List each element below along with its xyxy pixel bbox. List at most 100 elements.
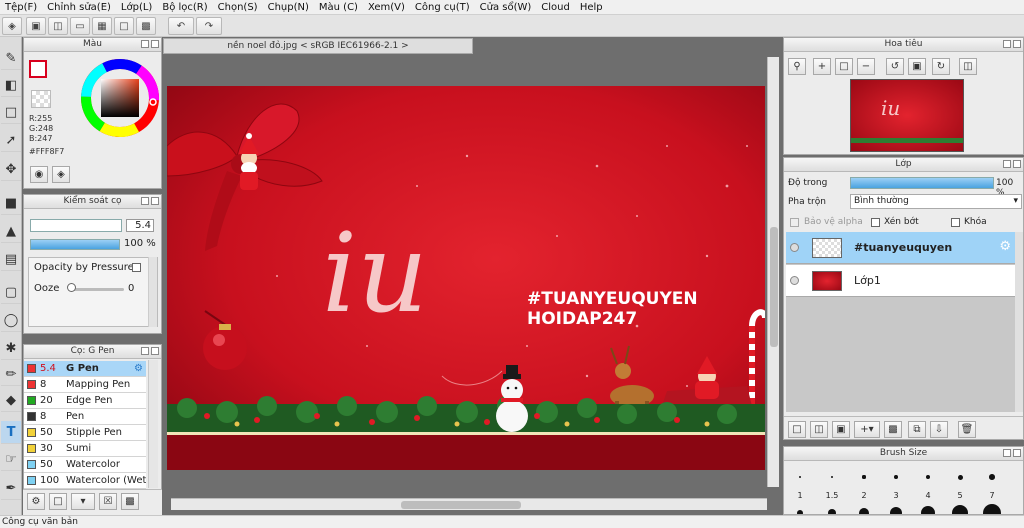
menu-item[interactable]: Công cụ(T) (410, 0, 475, 15)
speech-bubble-icon[interactable]: ◫ (48, 17, 68, 35)
bucket-tool-icon[interactable]: ▲ (1, 220, 21, 243)
brush-settings-icon[interactable]: ⚙ (27, 493, 45, 510)
menu-item[interactable]: Cloud (536, 0, 575, 15)
film-icon[interactable]: ▦ (92, 17, 112, 35)
vertical-scrollbar[interactable] (767, 57, 779, 487)
new-brush-icon[interactable]: □ (49, 493, 67, 510)
brush-size-dot[interactable] (957, 474, 963, 480)
brush-size-dot[interactable] (952, 505, 968, 514)
brush-size-dot[interactable] (983, 504, 1001, 514)
layer-row[interactable]: #tuanyeuquyen ⚙ (786, 232, 1015, 264)
layer-folder-icon[interactable]: ▩ (884, 421, 902, 438)
blend-mode-select[interactable]: Bình thường ▾ (850, 194, 1022, 209)
visibility-icon[interactable] (790, 276, 799, 285)
layer-row[interactable]: Lớp1 (786, 265, 1015, 297)
brush-opacity-slider[interactable] (30, 239, 120, 250)
brush-item[interactable]: 50 Watercolor (24, 457, 146, 473)
select-eraser-tool-icon[interactable]: ◆ (1, 389, 21, 412)
menu-item[interactable]: Chụp(N) (263, 0, 314, 15)
ooze-slider[interactable] (68, 288, 124, 291)
brush-size-dot[interactable] (799, 476, 801, 478)
canvas-tool-icon[interactable]: ◈ (2, 17, 22, 35)
brush-item[interactable]: 20 Edge Pen (24, 393, 146, 409)
foreground-color-swatch[interactable] (29, 60, 47, 78)
gear-icon[interactable]: ⚙ (999, 239, 1011, 254)
comment-icon[interactable]: ▭ (70, 17, 90, 35)
select-pen-tool-icon[interactable]: ✏ (1, 363, 21, 386)
eraser-tool-icon[interactable]: ◧ (1, 74, 21, 97)
brush-size-dot[interactable] (894, 475, 898, 479)
rotate-right-icon[interactable]: ↻ (932, 58, 950, 75)
new-text-layer-icon[interactable]: ▣ (832, 421, 850, 438)
delete-brush-icon[interactable]: ☒ (99, 493, 117, 510)
panel-close-icon[interactable] (1013, 449, 1021, 457)
brush-size-dot[interactable] (925, 474, 931, 480)
select-rect-tool-icon[interactable]: ▢ (1, 281, 21, 304)
palette-icon[interactable]: ◉ (30, 166, 48, 183)
line-tool-icon[interactable]: ➚ (1, 129, 21, 152)
brush-item[interactable]: 100 Watercolor (Wet) (24, 473, 146, 489)
delete-layer-icon[interactable]: 🗑 (958, 421, 976, 438)
brush-size-dot[interactable] (921, 506, 935, 514)
brush-size-input[interactable]: 5.4 (126, 219, 154, 232)
magic-wand-tool-icon[interactable]: ✱ (1, 337, 21, 360)
brush-size-dot[interactable] (989, 474, 995, 480)
gear-icon[interactable]: ⚙ (134, 363, 143, 374)
opacity-pressure-checkbox[interactable] (132, 263, 141, 272)
pen-tool-icon[interactable]: ✎ (1, 47, 21, 70)
fill-rect-tool-icon[interactable]: ■ (1, 192, 21, 215)
brush-item[interactable]: 50 Stipple Pen (24, 425, 146, 441)
visibility-icon[interactable] (790, 243, 799, 252)
zoom-in-icon[interactable]: + (813, 58, 831, 75)
image-icon[interactable]: ▣ (26, 17, 46, 35)
eyedropper-tool-icon[interactable]: ✒ (1, 477, 21, 500)
move-tool-icon[interactable]: ✥ (1, 158, 21, 181)
brush-size-dot[interactable] (890, 507, 902, 514)
copy-layer-icon[interactable]: ⧉ (908, 421, 926, 438)
panel-close-icon[interactable] (1013, 40, 1021, 48)
vertical-scrollbar-thumb[interactable] (770, 227, 778, 347)
brush-item[interactable]: 8 Pen (24, 409, 146, 425)
panel-close-icon[interactable] (151, 40, 159, 48)
menu-item[interactable]: Màu (C) (314, 0, 363, 15)
brush-item[interactable]: 5.4 G Pen ⚙ (24, 361, 146, 377)
gradient-tool-icon[interactable]: ▤ (1, 248, 21, 271)
layer-icon[interactable]: ▩ (136, 17, 156, 35)
protect-alpha-checkbox[interactable] (790, 218, 799, 227)
layer-list-scrollbar[interactable] (1015, 232, 1023, 412)
add-layer-menu-icon[interactable]: +▾ (854, 421, 880, 438)
panel-close-icon[interactable] (151, 197, 159, 205)
horizontal-scrollbar-thumb[interactable] (401, 501, 521, 509)
brush-menu-icon[interactable]: ▾ (71, 493, 95, 510)
transparent-color-swatch[interactable] (31, 90, 51, 108)
merge-layer-icon[interactable]: ⇩ (930, 421, 948, 438)
brush-list-scrollbar[interactable] (148, 360, 158, 488)
brush-folder-icon[interactable]: ▩ (121, 493, 139, 510)
brush-size-dot[interactable] (862, 475, 866, 479)
navigator-preview[interactable]: iu (850, 79, 964, 152)
brush-size-dot[interactable] (830, 475, 834, 479)
panel-float-icon[interactable] (141, 197, 149, 205)
menu-item[interactable]: Xem(V) (363, 0, 410, 15)
rectangle-tool-icon[interactable]: □ (1, 101, 21, 124)
panel-float-icon[interactable] (1003, 449, 1011, 457)
panel-float-icon[interactable] (141, 347, 149, 355)
redo-icon[interactable]: ↷ (196, 17, 222, 35)
brush-item[interactable]: 8 Mapping Pen (24, 377, 146, 393)
zoom-out-icon[interactable]: − (857, 58, 875, 75)
menu-item[interactable]: Lớp(L) (116, 0, 157, 15)
color-wheel[interactable] (80, 58, 160, 138)
new-layer-icon[interactable]: □ (788, 421, 806, 438)
frame-icon[interactable]: □ (114, 17, 134, 35)
zoom-actual-icon[interactable]: □ (835, 58, 853, 75)
menu-item[interactable]: Tệp(F) (0, 0, 42, 15)
lasso-tool-icon[interactable]: ◯ (1, 309, 21, 332)
brush-options-scrollbar[interactable] (148, 257, 157, 327)
canvas[interactable]: iu #TUANYEUQUYEN HOIDAP247 (167, 86, 765, 470)
panel-close-icon[interactable] (151, 347, 159, 355)
brush-size-dot[interactable] (859, 508, 869, 514)
undo-icon[interactable]: ↶ (168, 17, 194, 35)
palette-edit-icon[interactable]: ◈ (52, 166, 70, 183)
ooze-slider-handle[interactable] (67, 283, 76, 292)
horizontal-scrollbar[interactable] (171, 498, 767, 510)
